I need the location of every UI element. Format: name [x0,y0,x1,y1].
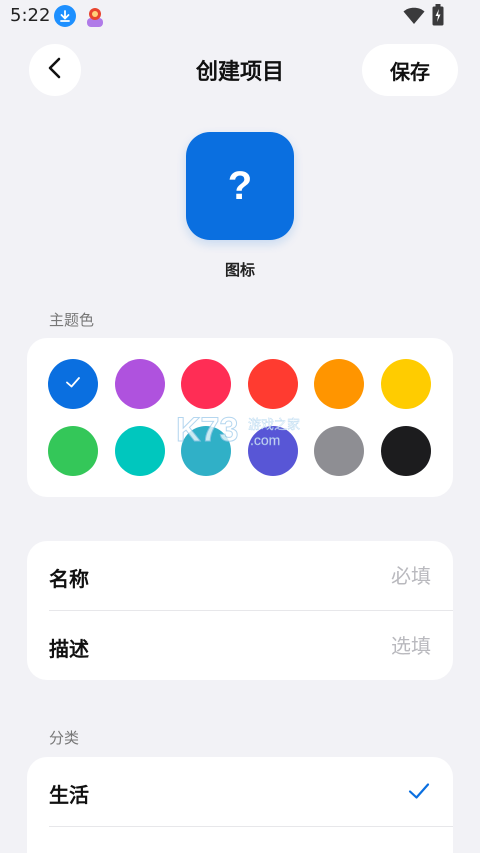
name-field[interactable] [231,559,431,593]
color-swatch[interactable] [48,359,98,409]
color-swatch[interactable] [380,426,431,476]
theme-color-section-label: 主题色 [49,311,95,329]
category-item-life[interactable]: 生活 [27,757,453,826]
category-item-label: 生活 [49,783,89,807]
save-button[interactable]: 保存 [362,44,458,96]
header: 创建项目 保存 [0,40,480,100]
app-notification-icon [84,6,106,28]
color-swatch[interactable] [314,359,364,409]
category-card: 生活 [27,757,453,853]
checkmark-icon [64,373,82,395]
color-swatch[interactable] [114,426,165,476]
create-project-screen: 5:22 创建项目 保存 ? 图标 主题色 名称 必填 描述 选填 分类 生活 … [0,0,480,853]
status-bar: 5:22 [0,0,480,34]
category-section-label: 分类 [49,729,80,747]
category-divider [49,826,453,827]
status-time: 5:22 [10,5,51,26]
color-swatch[interactable] [314,426,364,476]
color-swatch[interactable] [181,359,231,409]
description-label: 描述 [49,637,89,661]
watermark-logo-text: K73 [176,411,238,449]
description-row: 描述 [27,611,453,680]
wifi-icon [403,7,425,29]
watermark-logo: K73 游戏之家 .com [170,405,320,455]
color-swatch[interactable] [48,426,98,476]
watermark-domain-text: .com [250,432,280,448]
name-row: 名称 [27,541,453,610]
question-mark-icon: ? [227,163,253,208]
color-swatch[interactable] [247,359,298,409]
color-swatch[interactable] [114,359,165,409]
name-label: 名称 [49,567,89,591]
checkmark-icon [407,779,431,807]
project-form-card: 名称 描述 [27,541,453,680]
download-icon [54,5,76,27]
battery-charging-icon [432,4,444,30]
project-icon-label: 图标 [224,261,255,279]
project-icon-picker[interactable]: ? [186,132,294,240]
color-swatch[interactable] [380,359,431,409]
description-field[interactable] [231,629,431,663]
watermark-sub-text: 游戏之家 [248,417,300,433]
